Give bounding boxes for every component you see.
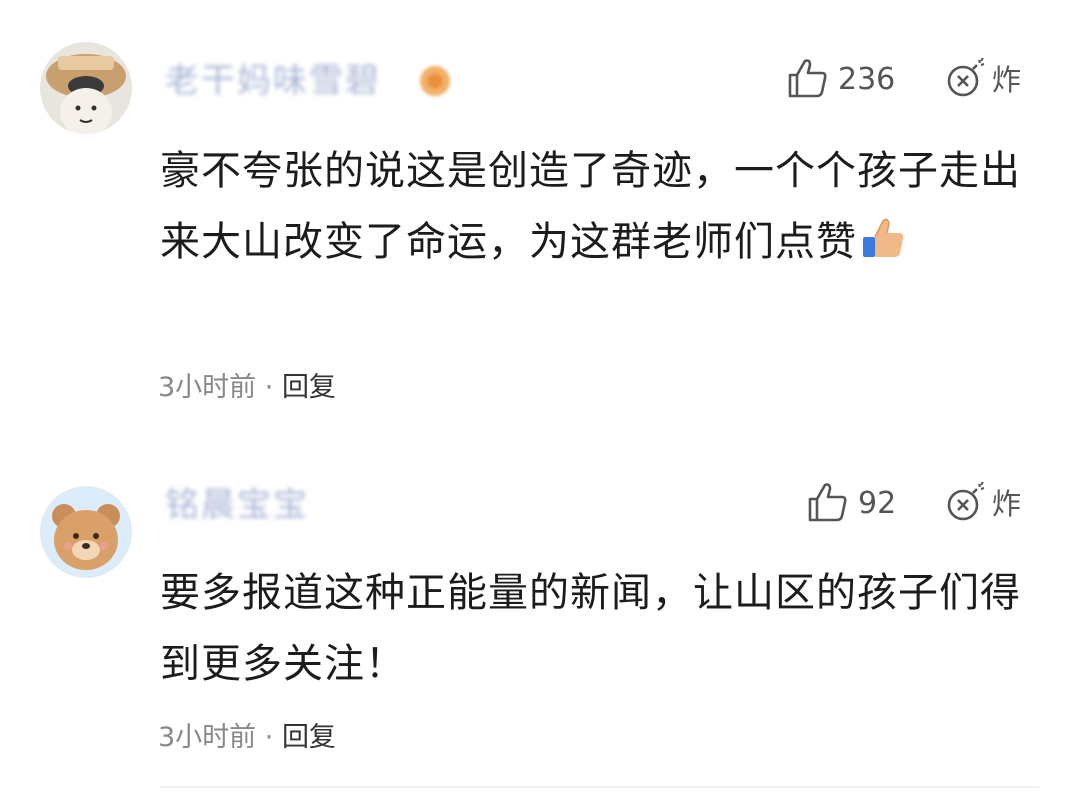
bomb-icon bbox=[944, 480, 988, 528]
comment-text: 豪不夸张的说这是创造了奇迹，一个个孩子走出来大山改变了命运，为这群老师们点赞 bbox=[160, 136, 1040, 284]
reply-button[interactable]: 回复 bbox=[282, 372, 336, 403]
comment-time: 3小时前 bbox=[158, 372, 257, 403]
like-count: 236 bbox=[838, 62, 896, 97]
reply-button[interactable]: 回复 bbox=[282, 722, 336, 753]
comment-text: 要多报道这种正能量的新闻，让山区的孩子们得到更多关注！ bbox=[160, 570, 1021, 687]
comment-time: 3小时前 bbox=[158, 722, 257, 753]
thumbs-up-emoji-icon bbox=[859, 213, 907, 284]
user-badge-icon bbox=[418, 64, 452, 98]
like-button[interactable]: 236 bbox=[786, 58, 895, 102]
comment-meta: 3小时前 · 回复 bbox=[158, 374, 336, 401]
divider bbox=[160, 786, 1039, 788]
meta-separator: · bbox=[256, 722, 282, 753]
avatar[interactable] bbox=[40, 42, 132, 134]
username[interactable]: 老干妈味雪碧 bbox=[165, 64, 381, 98]
meta-separator: · bbox=[256, 372, 282, 403]
avatar[interactable] bbox=[40, 486, 132, 578]
bomb-button[interactable]: 炸 bbox=[944, 56, 1022, 104]
bomb-label: 炸 bbox=[992, 62, 1022, 97]
thumbs-up-icon bbox=[786, 56, 830, 104]
thumbs-up-icon bbox=[806, 480, 850, 528]
bomb-button[interactable]: 炸 bbox=[944, 480, 1022, 528]
bomb-label: 炸 bbox=[992, 486, 1022, 521]
username[interactable]: 铭晨宝宝 bbox=[165, 488, 309, 522]
like-count: 92 bbox=[858, 486, 897, 521]
bomb-icon bbox=[944, 56, 988, 104]
like-button[interactable]: 92 bbox=[806, 482, 896, 526]
comment-meta: 3小时前 · 回复 bbox=[158, 724, 336, 751]
